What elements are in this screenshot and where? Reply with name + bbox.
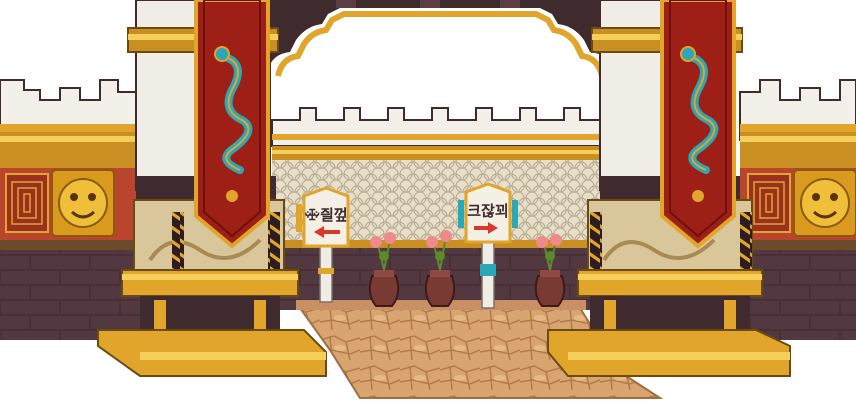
right-banner <box>660 0 736 249</box>
lion-face-icon <box>51 169 115 237</box>
left-banner <box>194 0 270 249</box>
palace-gate-scene: ꗾ즬껖 크잖꾀 <box>0 0 856 399</box>
sign-right-text: 크잖꾀 <box>467 202 508 220</box>
gate-arch <box>268 0 640 80</box>
game-scene: ꗾ즬껖 크잖꾀 <box>0 0 856 407</box>
lion-face-icon <box>793 169 856 237</box>
sign-left-text: ꗾ즬껖 <box>304 206 348 224</box>
